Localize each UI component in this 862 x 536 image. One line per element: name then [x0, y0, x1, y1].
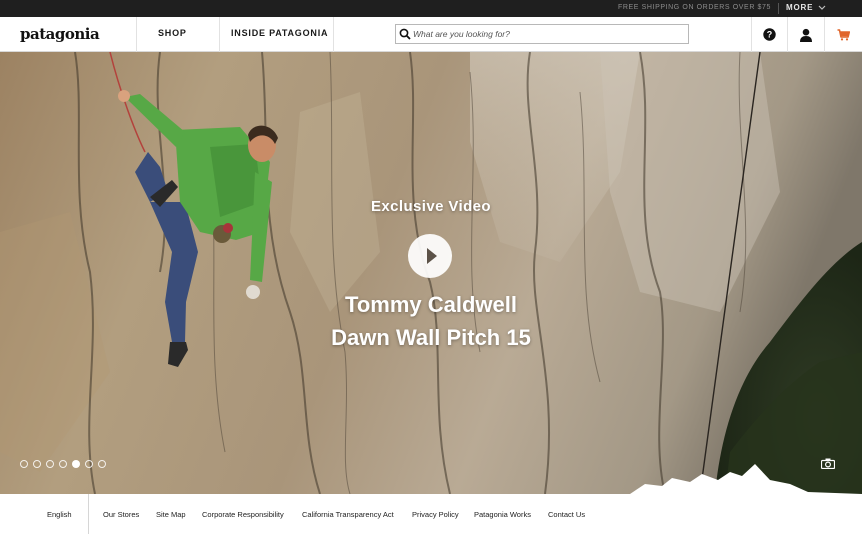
nav-inside-patagonia[interactable]: INSIDE PATAGONIA — [231, 28, 328, 38]
carousel-dot[interactable] — [46, 460, 54, 468]
hero-banner[interactable]: Exclusive Video Tommy Caldwell Dawn Wall… — [0, 52, 862, 494]
play-video-button[interactable] — [408, 234, 452, 278]
help-icon: ? — [762, 28, 776, 41]
footer-link-our-stores[interactable]: Our Stores — [103, 510, 139, 519]
footer-link-patagonia-works[interactable]: Patagonia Works — [474, 510, 531, 519]
carousel-dot-active[interactable] — [72, 460, 80, 468]
footer-link-privacy-policy[interactable]: Privacy Policy — [412, 510, 459, 519]
free-shipping-notice: FREE SHIPPING ON ORDERS OVER $75 — [617, 4, 771, 11]
camera-icon[interactable] — [821, 458, 835, 469]
carousel-dots — [20, 460, 106, 468]
patagonia-logo[interactable]: patagonia — [20, 25, 100, 43]
chevron-down-icon[interactable] — [817, 2, 827, 14]
footer-link-california-transparency-act[interactable]: California Transparency Act — [302, 510, 394, 519]
hero-title-line1: Tommy Caldwell — [345, 292, 517, 317]
site-footer: English Our Stores Site Map Corporate Re… — [0, 494, 862, 536]
footer-divider — [88, 494, 89, 534]
footer-link-corporate-responsibility[interactable]: Corporate Responsibility — [202, 510, 284, 519]
account-button[interactable] — [788, 17, 824, 52]
search-input[interactable] — [413, 27, 683, 41]
help-button[interactable]: ? — [751, 17, 787, 52]
site-header: patagonia SHOP INSIDE PATAGONIA ? — [0, 17, 862, 52]
hero-eyebrow: Exclusive Video — [371, 198, 491, 215]
nav-shop[interactable]: SHOP — [158, 28, 187, 38]
utility-divider — [778, 3, 779, 14]
cart-button[interactable] — [825, 17, 861, 52]
account-icon — [800, 28, 812, 42]
svg-text:?: ? — [766, 30, 772, 40]
nav-divider — [219, 17, 220, 52]
nav-divider — [136, 17, 137, 52]
footer-link-contact-us[interactable]: Contact Us — [548, 510, 585, 519]
utility-bar: FREE SHIPPING ON ORDERS OVER $75 MORE — [0, 0, 862, 17]
cart-icon — [837, 28, 850, 40]
carousel-dot[interactable] — [20, 460, 28, 468]
carousel-dot[interactable] — [98, 460, 106, 468]
hero-title-line2: Dawn Wall Pitch 15 — [331, 325, 531, 350]
language-selector[interactable]: English — [47, 510, 72, 519]
search-icon — [399, 28, 411, 40]
carousel-dot[interactable] — [85, 460, 93, 468]
carousel-dot[interactable] — [59, 460, 67, 468]
carousel-dot[interactable] — [33, 460, 41, 468]
nav-divider — [333, 17, 334, 52]
footer-link-site-map[interactable]: Site Map — [156, 510, 186, 519]
search-box[interactable] — [395, 24, 689, 44]
play-icon — [427, 248, 437, 264]
more-menu-button[interactable]: MORE — [786, 3, 813, 12]
